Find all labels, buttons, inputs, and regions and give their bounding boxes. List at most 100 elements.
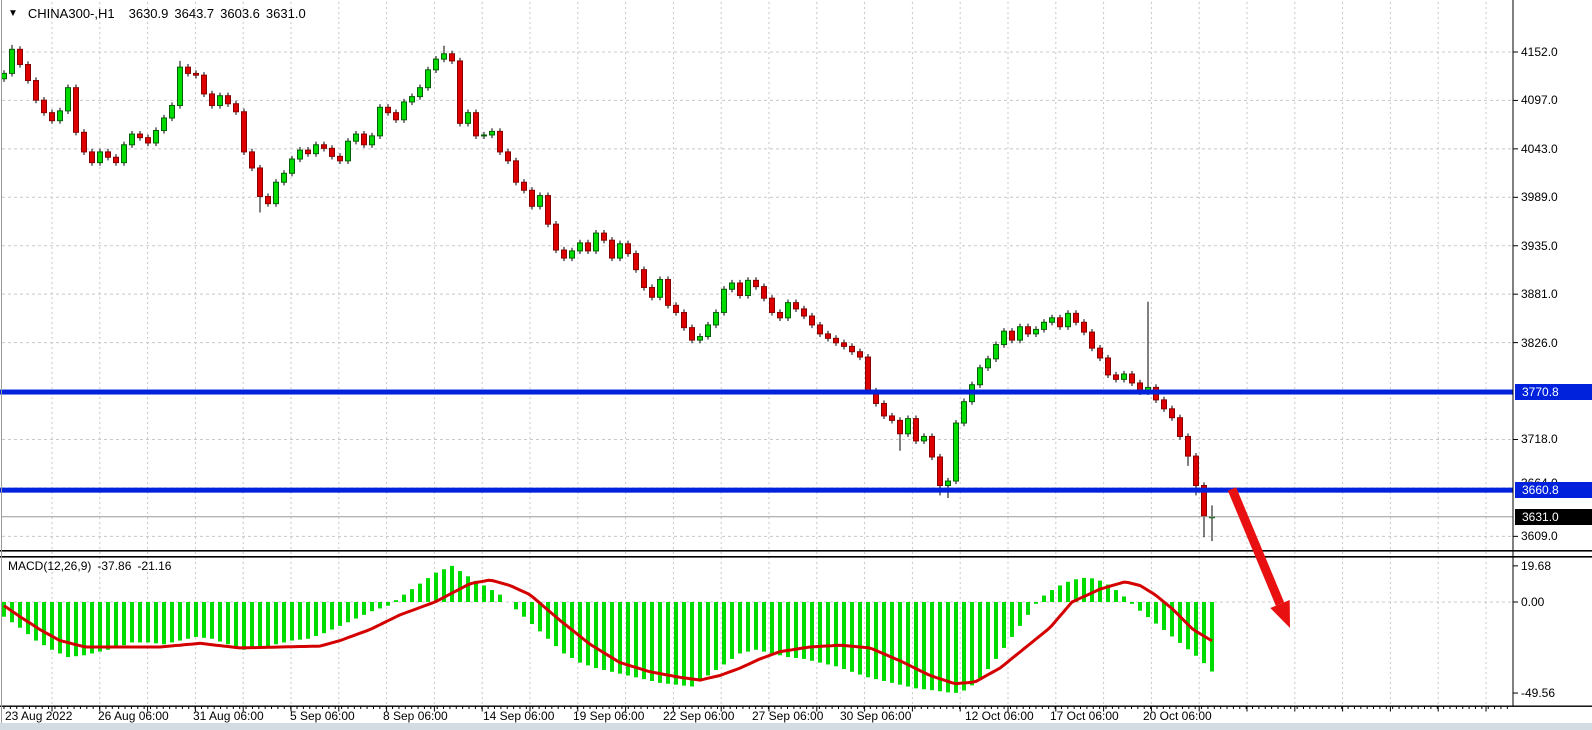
candle-down (1162, 400, 1167, 409)
time-axis-label: 30 Sep 06:00 (840, 709, 911, 723)
macd-histogram-bar (586, 602, 590, 665)
macd-histogram-bar (1162, 602, 1166, 630)
macd-histogram-bar (898, 602, 902, 685)
candle-up (594, 233, 599, 251)
candle-up (370, 136, 375, 145)
candle-down (258, 168, 263, 197)
candle-down (1186, 436, 1191, 456)
macd-histogram-bar (818, 602, 822, 663)
candle-up (578, 243, 583, 251)
candle-down (802, 309, 807, 316)
candle-down (818, 325, 823, 334)
candle-down (826, 334, 831, 338)
macd-histogram-bar (914, 602, 918, 688)
price-axis-label: 3989.0 (1521, 190, 1558, 204)
candle-up (426, 70, 431, 88)
macd-histogram-bar (1058, 585, 1062, 602)
indicator-signal-value: -21.16 (137, 559, 171, 573)
macd-histogram-bar (698, 602, 702, 681)
macd-histogram-bar (482, 585, 486, 602)
macd-histogram-bar (530, 602, 534, 624)
candle-down (50, 113, 55, 121)
macd-histogram-bar (34, 602, 38, 641)
macd-histogram-bar (1050, 590, 1054, 602)
macd-histogram-bar (1026, 602, 1030, 615)
macd-histogram-bar (1202, 602, 1206, 663)
macd-histogram-bar (42, 602, 46, 645)
chart-canvas[interactable] (0, 0, 1592, 730)
time-axis-label: 23 Aug 2022 (5, 709, 72, 723)
candle-up (730, 283, 735, 289)
macd-histogram-bar (394, 600, 398, 602)
candle-up (66, 88, 71, 111)
macd-histogram-bar (642, 602, 646, 679)
macd-histogram-bar (274, 602, 278, 644)
candle-down (322, 145, 327, 149)
macd-histogram-bar (778, 602, 782, 655)
candle-up (314, 145, 319, 154)
candle-down (498, 131, 503, 152)
candle-down (930, 436, 935, 457)
macd-histogram-bar (802, 602, 806, 659)
time-axis-label: 19 Sep 06:00 (573, 709, 644, 723)
candle-down (1106, 358, 1111, 375)
macd-histogram-bar (170, 602, 174, 642)
candle-down (554, 224, 559, 250)
candle-down (610, 240, 615, 258)
candle-down (914, 419, 919, 441)
candle-down (650, 287, 655, 297)
macd-histogram-bar (154, 602, 158, 643)
time-axis-label: 14 Sep 06:00 (483, 709, 554, 723)
candle-down (266, 197, 271, 204)
candle-down (850, 346, 855, 351)
candle-down (210, 94, 215, 106)
candle-up (466, 113, 471, 124)
macd-histogram-bar (106, 602, 110, 650)
macd-histogram-bar (202, 602, 206, 638)
macd-histogram-bar (378, 602, 382, 608)
macd-histogram-bar (906, 602, 910, 687)
macd-histogram-bar (130, 602, 134, 642)
candle-up (442, 54, 447, 59)
macd-histogram-bar (146, 602, 150, 642)
candle-down (938, 457, 943, 486)
candle-up (162, 118, 167, 130)
macd-histogram-bar (370, 602, 374, 611)
macd-histogram-bar (962, 602, 966, 690)
price-axis-label: 3609.0 (1521, 529, 1558, 543)
macd-histogram-bar (322, 602, 326, 633)
candle-down (754, 280, 759, 286)
candle-up (906, 419, 911, 434)
candle-up (1018, 327, 1023, 340)
macd-histogram-bar (426, 578, 430, 602)
window-bottom-strip (0, 723, 1592, 730)
time-axis-line (0, 706, 1592, 707)
macd-histogram-bar (362, 602, 366, 615)
candle-down (1026, 327, 1031, 334)
macd-histogram-bar (194, 602, 198, 637)
price-axis-label: 3881.0 (1521, 287, 1558, 301)
candle-down (626, 244, 631, 254)
macd-histogram-bar (874, 602, 878, 679)
macd-histogram-bar (162, 602, 166, 644)
pane-separator-top (0, 550, 1592, 552)
candle-down (794, 303, 799, 309)
chart-window: ▼ CHINA300-,H1 3630.9 3643.7 3603.6 3631… (0, 0, 1592, 730)
candle-down (1082, 322, 1087, 332)
candle-up (994, 345, 999, 359)
candle-up (434, 59, 439, 70)
price-axis-label: 4152.0 (1521, 45, 1558, 59)
candle-up (570, 251, 575, 258)
candle-down (778, 312, 783, 317)
macd-histogram-bar (1090, 578, 1094, 602)
candle-up (538, 196, 543, 207)
macd-histogram-bar (282, 602, 286, 642)
macd-histogram-bar (98, 602, 102, 652)
macd-histogram-bar (1154, 602, 1158, 624)
candle-down (250, 152, 255, 168)
macd-histogram-bar (434, 573, 438, 602)
macd-histogram-bar (226, 602, 230, 644)
symbol-dropdown-icon[interactable]: ▼ (8, 8, 18, 19)
chart-header: ▼ CHINA300-,H1 3630.9 3643.7 3603.6 3631… (8, 6, 306, 21)
ohlc-close: 3631.0 (266, 6, 306, 21)
